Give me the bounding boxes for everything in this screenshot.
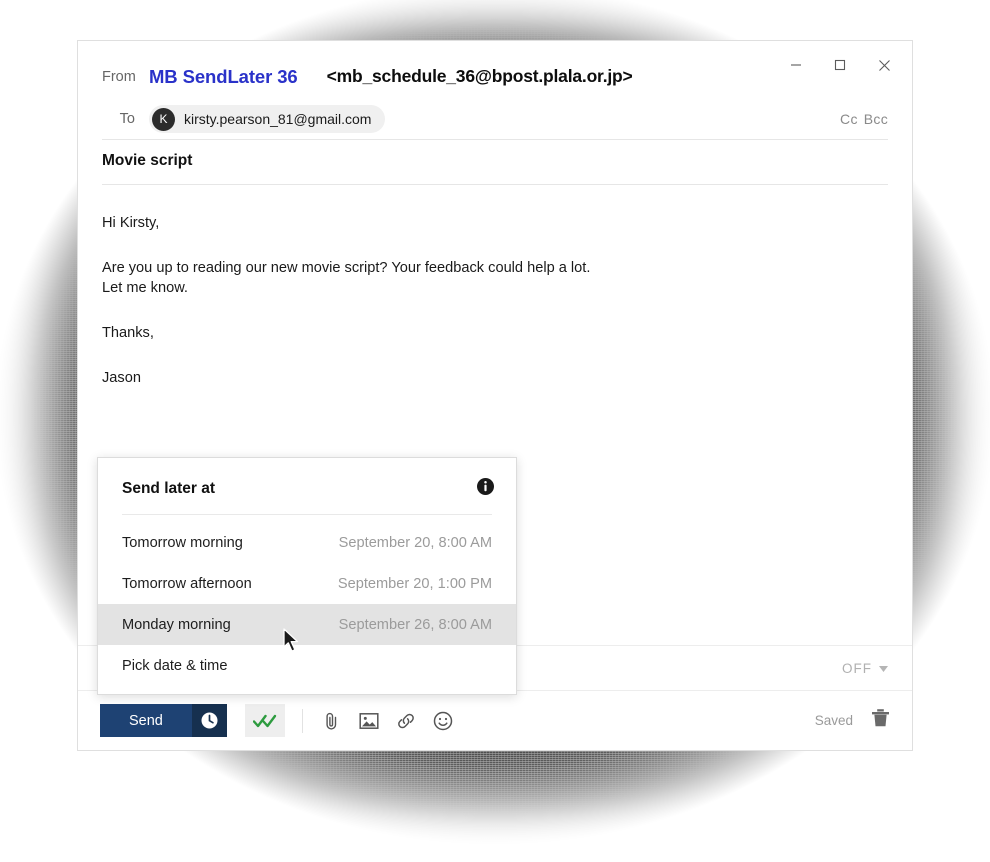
body-line-1: Hi Kirsty, — [102, 215, 160, 231]
option-datetime: September 26, 8:00 AM — [338, 616, 492, 633]
recipient-chip[interactable]: K kirsty.pearson_81@gmail.com — [149, 105, 386, 133]
off-label: OFF — [842, 660, 872, 676]
option-tomorrow-morning[interactable]: Tomorrow morning September 20, 8:00 AM — [98, 522, 516, 563]
avatar: K — [152, 107, 175, 131]
send-toolbar-separator — [301, 708, 303, 733]
double-check-icon[interactable] — [244, 704, 285, 737]
send-later-popup: Send later at Tomorrow morning September… — [97, 457, 517, 695]
recipient-email: kirsty.pearson_81@gmail.com — [184, 111, 372, 127]
emoji-icon[interactable] — [431, 709, 455, 733]
link-icon[interactable] — [394, 709, 418, 733]
saved-status: Saved — [814, 713, 853, 728]
option-tomorrow-afternoon[interactable]: Tomorrow afternoon September 20, 1:00 PM — [98, 563, 516, 604]
from-address: <mb_schedule_36@bpost.plala.or.jp> — [326, 66, 633, 86]
subject-field[interactable]: Movie script — [78, 140, 912, 184]
option-label: Monday morning — [122, 616, 231, 633]
body-line-3: Let me know. — [102, 280, 188, 297]
clock-icon[interactable] — [191, 704, 227, 737]
popup-header: Send later at — [98, 458, 516, 514]
option-label: Tomorrow morning — [122, 534, 243, 551]
window-controls — [774, 50, 906, 80]
body-line-2: Are you up to reading our new movie scri… — [102, 259, 591, 276]
screen: From MB SendLater 36 <mb_schedule_36@bpo… — [0, 0, 990, 862]
send-toolbar-right: Saved — [815, 708, 890, 733]
cc-button[interactable]: Cc — [840, 111, 858, 127]
trash-icon[interactable] — [871, 708, 890, 733]
body-line-5: Jason — [102, 369, 141, 386]
option-label: Tomorrow afternoon — [122, 575, 252, 592]
image-icon[interactable] — [357, 709, 381, 733]
to-row: To K kirsty.pearson_81@gmail.com Cc Bcc — [78, 99, 912, 139]
send-button[interactable]: Send — [100, 704, 192, 737]
minimize-icon[interactable] — [774, 50, 818, 80]
to-label: To — [119, 111, 135, 127]
send-button-group: Send — [100, 704, 227, 737]
cc-bcc-controls: Cc Bcc — [840, 111, 888, 127]
bcc-button[interactable]: Bcc — [864, 111, 888, 127]
option-label: Pick date & time — [122, 657, 228, 674]
message-body[interactable]: Hi Kirsty, Are you up to reading our new… — [78, 185, 912, 389]
from-label: From — [102, 68, 136, 85]
paperclip-icon[interactable] — [320, 709, 344, 733]
info-icon[interactable] — [477, 478, 494, 500]
maximize-icon[interactable] — [818, 50, 862, 80]
popup-divider — [122, 514, 492, 515]
body-line-4: Thanks, — [102, 325, 154, 342]
chevron-down-icon[interactable] — [879, 659, 888, 677]
close-icon[interactable] — [862, 50, 906, 80]
option-monday-morning[interactable]: Monday morning September 26, 8:00 AM — [98, 604, 516, 645]
popup-title: Send later at — [122, 480, 216, 497]
option-pick-date-time[interactable]: Pick date & time — [98, 645, 516, 686]
option-datetime: September 20, 8:00 AM — [338, 534, 492, 551]
encryption-toggle[interactable]: OFF — [842, 659, 890, 677]
from-name[interactable]: MB SendLater 36 — [149, 66, 298, 88]
option-datetime: September 20, 1:00 PM — [337, 575, 492, 592]
mouse-cursor — [283, 628, 301, 659]
send-toolbar: Send Saved — [78, 690, 912, 750]
attachment-tools — [320, 709, 455, 733]
